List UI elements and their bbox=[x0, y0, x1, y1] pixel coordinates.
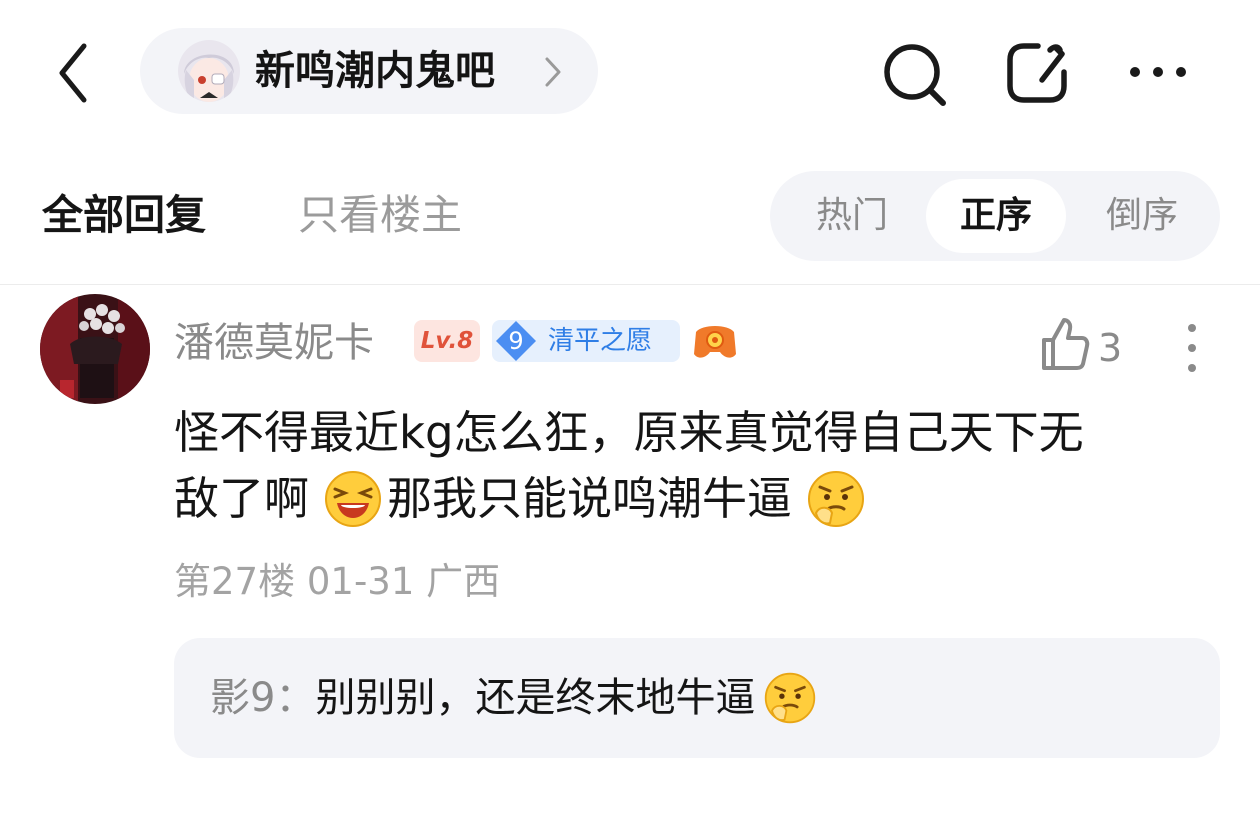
sub-reply-author[interactable]: 影9 bbox=[210, 668, 275, 728]
more-button[interactable] bbox=[1126, 52, 1190, 92]
sort-toggle: 热门 正序 倒序 bbox=[770, 171, 1220, 261]
forum-header-pill[interactable]: 新鸣潮内鬼吧 bbox=[140, 28, 598, 114]
share-button[interactable] bbox=[1002, 38, 1072, 108]
thinking-emoji-icon bbox=[765, 672, 816, 724]
post-text: 那我只能说鸣潮牛逼 bbox=[387, 472, 793, 525]
share-icon bbox=[1007, 43, 1067, 103]
chevron-left-icon bbox=[59, 43, 87, 103]
search-icon bbox=[884, 44, 946, 106]
post-content-line: 敌了啊 那我只能说鸣潮牛逼 bbox=[174, 468, 870, 530]
fan-badge-name: 清平之愿 bbox=[548, 326, 653, 356]
username[interactable]: 潘德莫妮卡 bbox=[174, 318, 374, 368]
post-text: 怪不得最近kg怎么狂，原来真觉得自己天下无 bbox=[174, 406, 1084, 459]
search-button[interactable] bbox=[880, 40, 950, 110]
sub-reply-text: 别别别，还是终末地牛逼 bbox=[315, 675, 756, 721]
post-date: 01-31 bbox=[306, 560, 415, 603]
like-count: 3 bbox=[1098, 326, 1123, 370]
post-text: 敌了啊 bbox=[174, 472, 310, 525]
more-vertical-icon bbox=[1188, 324, 1196, 372]
thumbs-up-icon bbox=[1042, 318, 1090, 370]
floor-number: 第27楼 bbox=[174, 560, 296, 603]
post-meta: 第27楼 01-31 广西 bbox=[174, 558, 500, 606]
tab-only-op[interactable]: 只看楼主 bbox=[298, 188, 462, 242]
laughing-emoji-icon bbox=[325, 471, 382, 527]
post-content-line: 怪不得最近kg怎么狂，原来真觉得自己天下无 bbox=[174, 402, 1084, 464]
sub-reply: 影9 ： 别别别，还是终末地牛逼 bbox=[210, 668, 817, 728]
sort-ascending[interactable]: 正序 bbox=[926, 179, 1066, 253]
more-horizontal-icon bbox=[1130, 67, 1186, 77]
divider bbox=[0, 284, 1260, 285]
forum-avatar bbox=[178, 40, 240, 102]
level-badge: Lv.8 bbox=[414, 320, 480, 362]
chevron-right-icon bbox=[545, 57, 561, 87]
like-button[interactable] bbox=[1038, 316, 1090, 372]
sort-hot[interactable]: 热门 bbox=[778, 179, 926, 253]
back-button[interactable] bbox=[52, 38, 100, 108]
post-more-button[interactable] bbox=[1182, 322, 1202, 374]
fan-badge[interactable]: 9 清平之愿 bbox=[492, 320, 680, 362]
forum-name: 新鸣潮内鬼吧 bbox=[255, 48, 495, 94]
game-badge-icon bbox=[694, 326, 736, 358]
fan-badge-level: 9 bbox=[508, 327, 524, 355]
sub-reply-box[interactable]: 影9 ： 别别别，还是终末地牛逼 bbox=[174, 638, 1220, 758]
sub-reply-separator: ： bbox=[275, 675, 316, 721]
post-location: 广西 bbox=[426, 560, 501, 603]
sort-descending[interactable]: 倒序 bbox=[1072, 179, 1212, 253]
thinking-emoji-icon bbox=[808, 471, 865, 527]
user-avatar[interactable] bbox=[40, 294, 150, 404]
tab-all-replies[interactable]: 全部回复 bbox=[42, 188, 206, 242]
